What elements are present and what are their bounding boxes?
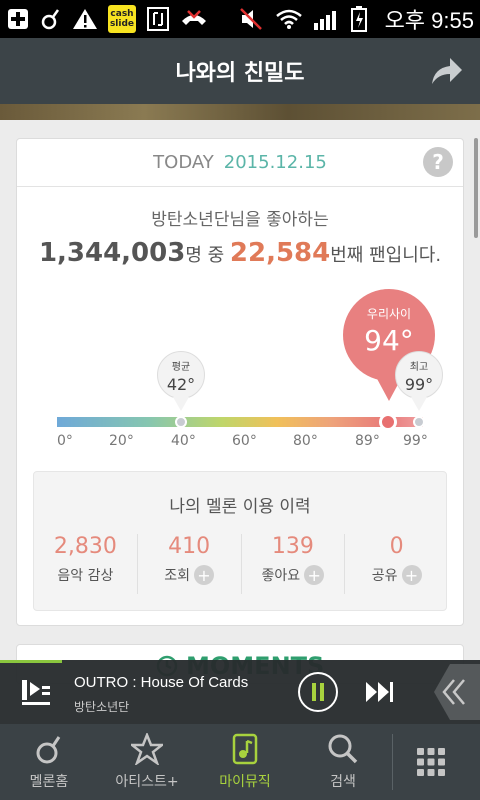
today-date: 2015.12.15 [223, 152, 327, 173]
gauge-tick: 60° [232, 433, 257, 449]
average-value: 42° [166, 375, 196, 394]
signal-icon [313, 4, 341, 34]
today-row: TODAY 2015.12.15 [17, 139, 463, 187]
plus-icon[interactable]: + [304, 565, 325, 585]
average-label: 평균 [171, 362, 191, 373]
page-title: 나와의 친밀도 [175, 61, 305, 86]
gauge-bar [57, 417, 423, 427]
search-icon [328, 734, 358, 764]
fan-suffix-text: 번째 팬입니다. [330, 245, 442, 266]
gauge-tick: 89° [355, 433, 380, 449]
app-header: 나와의 친밀도 [0, 38, 480, 104]
plus-icon[interactable]: + [401, 565, 422, 585]
stat-value: 410 [168, 534, 211, 559]
melon-icon [40, 4, 62, 34]
status-clock: 9:55 [431, 8, 474, 33]
stat-likes: 139 좋아요 + [242, 534, 346, 594]
stat-label: 좋아요 + [242, 565, 345, 585]
fan-subtitle: 방탄소년단님을 좋아하는 [151, 210, 329, 230]
my-affinity-label: 우리사이 [366, 307, 412, 321]
stat-label-text: 조회 [164, 568, 190, 584]
plus-icon[interactable]: + [194, 565, 214, 585]
player-song-title: OUTRO : House Of Cards [74, 674, 249, 691]
max-pin: 최고 99° [395, 351, 443, 399]
stat-shares: 0 공유 + [345, 534, 448, 594]
stat-label-text: 좋아요 [261, 568, 301, 584]
stat-label: 조회 + [138, 565, 241, 585]
wifi-icon [275, 4, 303, 34]
today-label: TODAY [153, 152, 214, 173]
gauge-tick: 40° [171, 433, 196, 449]
stat-value: 139 [271, 534, 314, 559]
nav-label: 멜론홈 [29, 774, 69, 790]
nav-search[interactable]: 검색 [294, 724, 392, 800]
nav-my-music[interactable]: 마이뮤직 [196, 724, 294, 800]
status-bar: cash slide 오후 9:55 [0, 0, 480, 38]
bottom-nav: 멜론홈 아티스트+ 마이뮤직 검색 [0, 724, 480, 800]
max-label: 최고 [409, 362, 429, 373]
gauge-tick: 80° [293, 433, 318, 449]
max-pin-tail [411, 397, 427, 411]
nav-label: 마이뮤직 [219, 774, 271, 790]
next-track-icon[interactable] [364, 680, 396, 704]
mute-icon [239, 4, 265, 34]
average-pin: 평균 42° [157, 351, 205, 399]
header-banner-strip [0, 104, 480, 120]
fan-rank: 22,584 [229, 238, 331, 268]
stat-listen: 2,830 음악 감상 [34, 534, 138, 594]
stat-value: 2,830 [53, 534, 117, 559]
grid-menu-icon [417, 748, 445, 776]
share-icon[interactable] [428, 54, 464, 88]
fan-rank-line: 1,344,003명 중 22,584번째 팬입니다. [17, 238, 463, 268]
collapse-player-icon[interactable] [420, 660, 480, 724]
average-pin-tail [173, 397, 189, 411]
my-music-icon [232, 733, 258, 765]
mini-player[interactable]: OUTRO : House Of Cards 방탄소년단 [0, 660, 480, 724]
max-marker [413, 416, 425, 428]
battery-icon [350, 4, 367, 34]
stat-value: 0 [389, 534, 404, 559]
max-value: 99° [404, 375, 434, 394]
history-stats: 2,830 음악 감상 410 조회 + 139 좋아요 + 0 공유 + [34, 534, 448, 594]
nav-melon-home[interactable]: 멜론홈 [0, 724, 98, 800]
fan-mid-text: 명 중 [185, 245, 225, 266]
add-icon [6, 4, 30, 34]
screenshot-icon [146, 4, 170, 34]
nav-artist-plus[interactable]: 아티스트+ [98, 724, 196, 800]
player-artist: 방탄소년단 [74, 700, 130, 714]
affinity-gauge: 평균 42° 우리사이 94° 최고 99° 0° 20° 40° 60° 80… [17, 289, 465, 449]
scrollbar[interactable] [474, 138, 478, 238]
gauge-ticks: 0° 20° 40° 60° 80° 89° 99° [17, 433, 465, 453]
help-button[interactable]: ? [423, 147, 453, 177]
cash-slide-icon: cash slide [108, 5, 136, 33]
nav-label: 아티스트+ [115, 774, 179, 790]
gauge-tick: 99° [403, 433, 428, 449]
melon-home-icon [36, 736, 61, 764]
star-icon [131, 733, 163, 765]
warning-icon [72, 4, 98, 34]
gauge-tick: 0° [57, 433, 73, 449]
pause-icon [312, 683, 324, 701]
player-progress [0, 660, 63, 663]
nav-menu[interactable] [393, 724, 469, 800]
missed-call-icon [180, 4, 208, 34]
nav-label: 검색 [330, 774, 356, 790]
stat-label-text: 공유 [371, 568, 398, 584]
stat-label: 음악 감상 [34, 565, 137, 585]
status-time: 오후 9:55 [385, 3, 474, 35]
stat-label: 공유 + [345, 565, 448, 585]
usage-history: 나의 멜론 이용 이력 2,830 음악 감상 410 조회 + 139 좋아요 +… [33, 471, 447, 611]
stat-label-text: 음악 감상 [57, 568, 114, 584]
gauge-tick: 20° [109, 433, 134, 449]
average-marker [175, 416, 187, 428]
history-title: 나의 멜론 이용 이력 [169, 497, 311, 517]
pause-button[interactable] [298, 672, 338, 712]
fan-total: 1,344,003 [38, 238, 186, 268]
status-ampm: 오후 [384, 8, 426, 33]
affinity-card: TODAY 2015.12.15 ? 방탄소년단님을 좋아하는 1,344,00… [16, 138, 464, 626]
my-affinity-marker [379, 413, 397, 431]
stat-views: 410 조회 + [138, 534, 242, 594]
playlist-icon[interactable] [20, 678, 52, 706]
